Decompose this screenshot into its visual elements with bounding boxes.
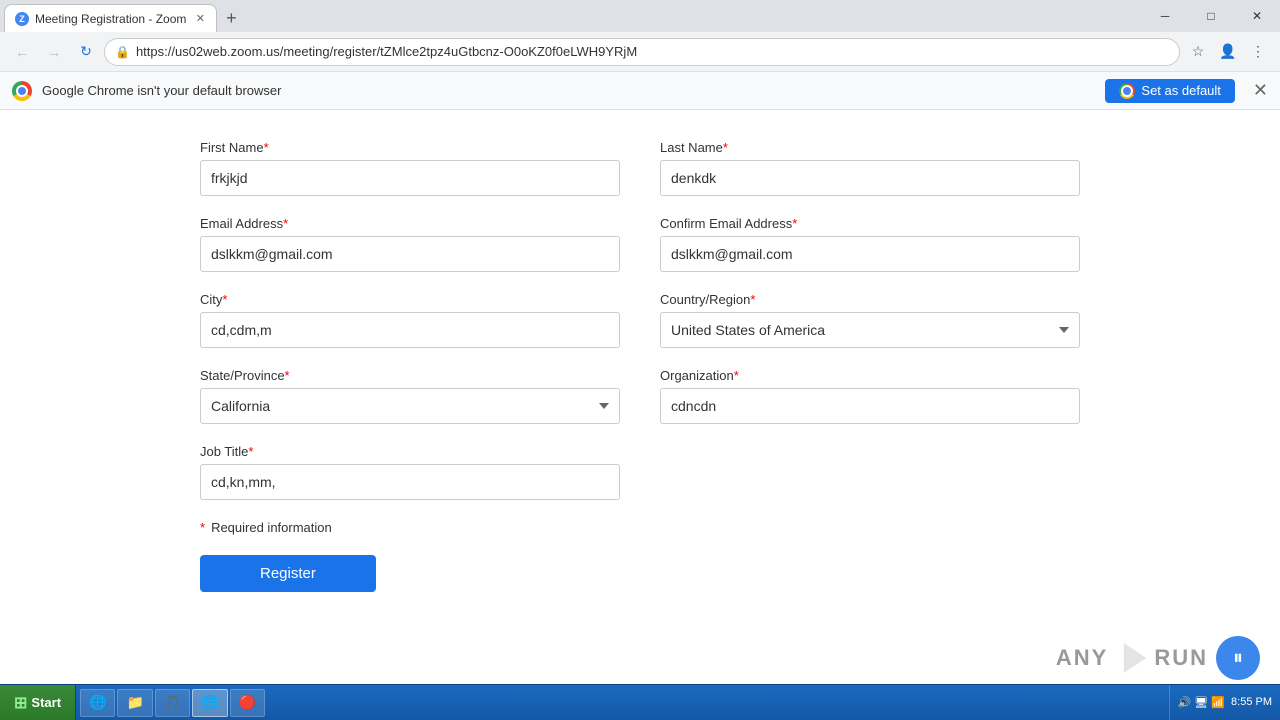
- registration-form: First Name* Last Name* Email Address*: [190, 140, 1090, 500]
- reload-button[interactable]: ↻: [72, 38, 100, 66]
- page-content: First Name* Last Name* Email Address*: [190, 110, 1090, 652]
- job-title-label: Job Title*: [200, 444, 620, 459]
- notification-close-button[interactable]: ✕: [1253, 80, 1268, 101]
- maximize-button[interactable]: □: [1188, 0, 1234, 32]
- page-content-wrapper: First Name* Last Name* Email Address*: [0, 110, 1280, 684]
- city-required: *: [222, 292, 227, 307]
- taskbar-ie[interactable]: 🌐: [80, 689, 115, 717]
- empty-cell: [660, 444, 1080, 500]
- start-button[interactable]: ⊞ Start: [0, 685, 76, 720]
- nav-right-controls: ☆ 👤 ⋮: [1184, 38, 1272, 66]
- tab-close-button[interactable]: ✕: [192, 11, 208, 27]
- tray-icons: 🔊 🖥 📶: [1178, 696, 1225, 709]
- city-group: City*: [200, 292, 620, 348]
- first-name-input[interactable]: [200, 160, 620, 196]
- state-select[interactable]: California: [200, 388, 620, 424]
- active-tab[interactable]: Z Meeting Registration - Zoom ✕: [4, 4, 217, 32]
- taskbar-anyrun[interactable]: 🔴: [230, 689, 265, 717]
- first-name-label: First Name*: [200, 140, 620, 155]
- country-group: Country/Region* United States of America: [660, 292, 1080, 348]
- city-input[interactable]: [200, 312, 620, 348]
- required-note: *Required information: [190, 500, 1090, 545]
- set-default-chrome-icon: [1119, 83, 1135, 99]
- profile-button[interactable]: 👤: [1214, 38, 1242, 66]
- country-required: *: [750, 292, 755, 307]
- country-label: Country/Region*: [660, 292, 1080, 307]
- state-label: State/Province*: [200, 368, 620, 383]
- set-default-button[interactable]: Set as default: [1105, 79, 1235, 103]
- tab-title: Meeting Registration - Zoom: [35, 12, 186, 26]
- media-icon: 🎵: [164, 694, 181, 711]
- address-input[interactable]: [136, 44, 1169, 59]
- taskbar-folder[interactable]: 📁: [117, 689, 152, 717]
- taskbar: ⊞ Start 🌐 📁 🎵 🌐 🔴 🔊 🖥 📶 8:55 PM: [0, 684, 1280, 720]
- start-icon: ⊞: [14, 693, 27, 713]
- last-name-required: *: [723, 140, 728, 155]
- taskbar-items: 🌐 📁 🎵 🌐 🔴: [76, 685, 269, 720]
- org-label: Organization*: [660, 368, 1080, 383]
- last-name-group: Last Name*: [660, 140, 1080, 196]
- navigation-bar: ← → ↻ 🔒 ☆ 👤 ⋮: [0, 32, 1280, 72]
- job-title-group: Job Title*: [200, 444, 620, 500]
- address-bar[interactable]: 🔒: [104, 38, 1180, 66]
- confirm-email-required: *: [792, 216, 797, 231]
- taskbar-time: 8:55 PM: [1231, 695, 1272, 710]
- country-select[interactable]: United States of America: [660, 312, 1080, 348]
- confirm-email-group: Confirm Email Address*: [660, 216, 1080, 272]
- last-name-input[interactable]: [660, 160, 1080, 196]
- lock-icon: 🔒: [115, 45, 130, 59]
- city-label: City*: [200, 292, 620, 307]
- confirm-email-label: Confirm Email Address*: [660, 216, 1080, 231]
- title-bar: Z Meeting Registration - Zoom ✕ + ─ □ ✕: [0, 0, 1280, 32]
- menu-button[interactable]: ⋮: [1244, 38, 1272, 66]
- notification-text: Google Chrome isn't your default browser: [42, 83, 1095, 98]
- back-button[interactable]: ←: [8, 38, 36, 66]
- minimize-button[interactable]: ─: [1142, 0, 1188, 32]
- chrome-taskbar-icon: 🌐: [201, 694, 218, 711]
- anyrun-icon: 🔴: [239, 694, 256, 711]
- state-group: State/Province* California: [200, 368, 620, 424]
- register-button[interactable]: Register: [200, 555, 376, 592]
- window-controls: ─ □ ✕: [1142, 0, 1280, 32]
- taskbar-chrome[interactable]: 🌐: [192, 689, 227, 717]
- job-title-input[interactable]: [200, 464, 620, 500]
- last-name-label: Last Name*: [660, 140, 1080, 155]
- required-star: *: [200, 520, 205, 535]
- taskbar-media[interactable]: 🎵: [155, 689, 190, 717]
- taskbar-tray: 🔊 🖥 📶 8:55 PM: [1169, 685, 1280, 720]
- org-group: Organization*: [660, 368, 1080, 424]
- tab-favicon: Z: [15, 12, 29, 26]
- email-required: *: [283, 216, 288, 231]
- forward-button[interactable]: →: [40, 38, 68, 66]
- tab-bar: Z Meeting Registration - Zoom ✕ +: [0, 4, 1142, 32]
- org-required: *: [734, 368, 739, 383]
- close-button[interactable]: ✕: [1234, 0, 1280, 32]
- folder-icon: 📁: [126, 694, 143, 711]
- org-input[interactable]: [660, 388, 1080, 424]
- confirm-email-input[interactable]: [660, 236, 1080, 272]
- first-name-required: *: [264, 140, 269, 155]
- notification-bar: Google Chrome isn't your default browser…: [0, 72, 1280, 110]
- bookmark-button[interactable]: ☆: [1184, 38, 1212, 66]
- email-input[interactable]: [200, 236, 620, 272]
- email-group: Email Address*: [200, 216, 620, 272]
- state-required: *: [285, 368, 290, 383]
- ie-icon: 🌐: [89, 694, 106, 711]
- job-title-required: *: [248, 444, 253, 459]
- first-name-group: First Name*: [200, 140, 620, 196]
- email-label: Email Address*: [200, 216, 620, 231]
- chrome-logo: [12, 81, 32, 101]
- new-tab-button[interactable]: +: [217, 4, 245, 32]
